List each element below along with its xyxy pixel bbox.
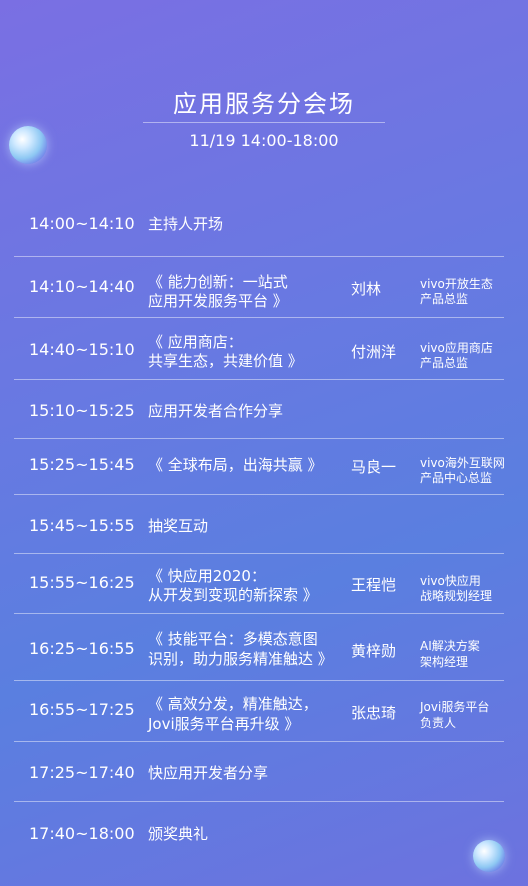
page-title: 应用服务分会场	[173, 90, 355, 118]
speaker-role-line2: 产品中心总监	[420, 471, 493, 485]
row-divider	[14, 438, 504, 439]
schedule-topic: 主持人开场	[148, 215, 224, 233]
schedule-topic: 快应用开发者分享	[148, 764, 269, 782]
schedule-time: 17:40~18:00	[29, 824, 135, 843]
schedule-topic: 《 快应用2020：	[148, 567, 266, 585]
schedule-topic-line2: 识别，助力服务精准触达 》	[148, 650, 333, 668]
speaker-role-line2: 产品总监	[420, 356, 469, 370]
speaker-role: vivo开放生态	[420, 277, 493, 291]
title-divider	[143, 122, 385, 123]
speaker-name: 王程恺	[351, 576, 397, 594]
speaker-name: 刘林	[351, 280, 382, 298]
row-divider	[14, 613, 504, 614]
schedule-topic-line2: 共享生态，共建价值 》	[148, 352, 303, 370]
row-divider	[14, 553, 504, 554]
speaker-name: 黄梓勋	[351, 642, 397, 660]
schedule-time: 15:25~15:45	[29, 455, 135, 474]
schedule-time: 16:55~17:25	[29, 700, 135, 719]
row-divider	[14, 256, 504, 257]
row-divider	[14, 680, 504, 681]
schedule-topic: 《 能力创新：一站式	[148, 273, 288, 291]
schedule-topic: 应用开发者合作分享	[148, 402, 284, 420]
schedule-topic: 《 全球布局，出海共赢 》	[148, 456, 323, 474]
speaker-role: AI解决方案	[420, 639, 480, 653]
schedule-topic: 颁奖典礼	[148, 825, 209, 843]
schedule-topic-line2: Jovi服务平台再升级 》	[148, 715, 300, 733]
schedule-topic: 抽奖互动	[148, 517, 209, 535]
schedule-topic-line2: 从开发到变现的新探索 》	[148, 586, 318, 604]
speaker-role: vivo快应用	[420, 574, 481, 588]
schedule-time: 15:55~16:25	[29, 573, 135, 592]
speaker-name: 张忠琦	[351, 704, 397, 722]
decorative-bubble	[473, 840, 505, 872]
speaker-role-line2: 架构经理	[420, 655, 469, 669]
speaker-role: vivo海外互联网	[420, 456, 505, 470]
schedule-topic: 《 应用商店：	[148, 333, 243, 351]
schedule-time: 16:25~16:55	[29, 639, 135, 658]
row-divider	[14, 741, 504, 742]
speaker-role-line2: 战略规划经理	[420, 589, 493, 603]
schedule-time: 17:25~17:40	[29, 763, 135, 782]
schedule-topic-line2: 应用开发服务平台 》	[148, 292, 288, 310]
schedule-time: 14:00~14:10	[29, 214, 135, 233]
speaker-name: 马良一	[351, 458, 397, 476]
speaker-role: vivo应用商店	[420, 341, 493, 355]
row-divider	[14, 379, 504, 380]
row-divider	[14, 317, 504, 318]
event-date: 11/19 14:00-18:00	[189, 131, 339, 150]
row-divider	[14, 801, 504, 802]
schedule-topic: 《 技能平台：多模态意图	[148, 630, 318, 648]
schedule-time: 14:40~15:10	[29, 340, 135, 359]
schedule-time: 14:10~14:40	[29, 277, 135, 296]
speaker-role-line2: 产品总监	[420, 292, 469, 306]
schedule-topic: 《 高效分发，精准触达，	[148, 695, 318, 713]
schedule-time: 15:10~15:25	[29, 401, 135, 420]
speaker-role-line2: 负责人	[420, 716, 457, 730]
speaker-name: 付洲洋	[351, 343, 397, 361]
schedule-time: 15:45~15:55	[29, 516, 135, 535]
speaker-role: Jovi服务平台	[420, 700, 490, 714]
row-divider	[14, 494, 504, 495]
